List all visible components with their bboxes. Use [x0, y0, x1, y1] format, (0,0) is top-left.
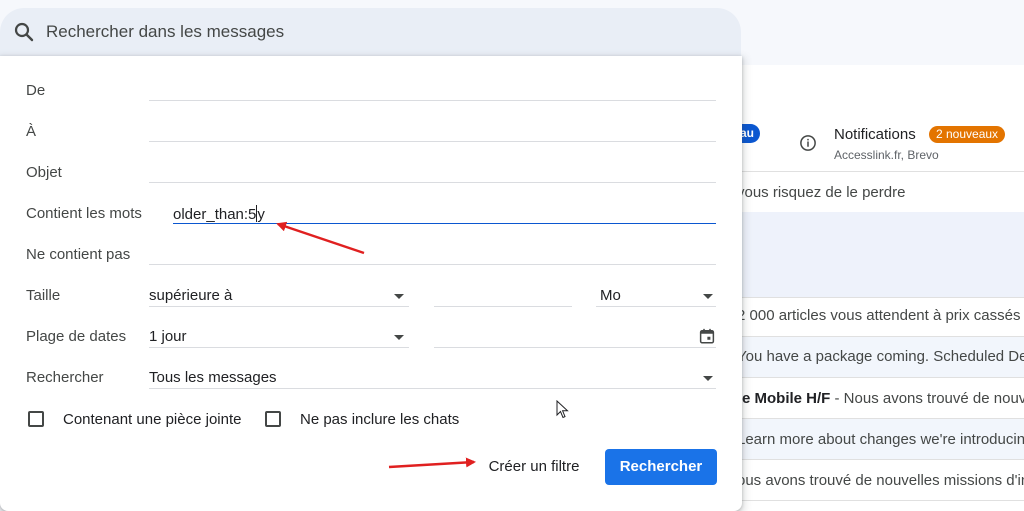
subject-label: Objet [26, 164, 62, 181]
email-row-subject: te Mobile H/F [737, 390, 831, 407]
email-row-snippet[interactable]: te Mobile H/F - Nous avons trouvé de nou… [737, 390, 1024, 407]
search-icon[interactable] [12, 20, 36, 44]
size-value-field[interactable] [434, 306, 572, 307]
has-words-underline [173, 223, 716, 224]
subject-field[interactable] [149, 182, 716, 183]
to-label: À [26, 123, 37, 140]
exclude-chats-label[interactable]: Ne pas inclure les chats [300, 411, 459, 428]
date-field[interactable] [434, 347, 716, 348]
notifications-new-badge: 2 nouveaux [929, 126, 1006, 143]
size-operator-select[interactable]: supérieure à [149, 287, 232, 304]
from-label: De [26, 82, 46, 99]
date-range-label: Plage de dates [26, 328, 127, 345]
search-in-select[interactable]: Tous les messages [149, 369, 277, 386]
email-row-snippet[interactable]: ous avons trouvé de nouvelles missions d… [737, 472, 1024, 489]
exclude-chats-checkbox[interactable] [265, 411, 281, 427]
has-attachment-checkbox[interactable] [28, 411, 44, 427]
has-words-value-tail: y [257, 206, 265, 223]
size-unit-select[interactable]: Mo [600, 287, 621, 304]
size-operator-underline [149, 306, 409, 307]
divider [741, 500, 1024, 501]
mouse-cursor-icon [556, 400, 569, 419]
email-row-snippet[interactable]: Learn more about changes we're introduci… [737, 431, 1024, 448]
email-row-snippet[interactable]: 2 000 articles vous attendent à prix cas… [737, 307, 1021, 324]
to-field[interactable] [149, 141, 716, 142]
divider [741, 377, 1024, 378]
has-words-label: Contient les mots [26, 205, 142, 222]
info-icon[interactable] [799, 134, 817, 152]
divider [741, 171, 1024, 172]
search-input[interactable]: Rechercher dans les messages [46, 22, 284, 42]
gmail-screen: au Notifications 2 nouveaux Accesslink.f… [0, 0, 1024, 511]
divider [741, 297, 1024, 298]
doesnt-have-field[interactable] [149, 264, 716, 265]
chevron-down-icon[interactable] [703, 294, 713, 299]
email-list-gap [741, 212, 1024, 297]
calendar-icon[interactable] [698, 327, 716, 345]
search-in-underline [149, 388, 716, 389]
notifications-category-title[interactable]: Notifications [834, 126, 916, 143]
search-button[interactable]: Rechercher [605, 449, 717, 485]
from-field[interactable] [149, 100, 716, 101]
notifications-senders: Accesslink.fr, Brevo [834, 148, 939, 162]
search-in-label: Rechercher [26, 369, 104, 386]
date-range-select[interactable]: 1 jour [149, 328, 187, 345]
advanced-search-dialog: De À Objet Contient les mots older_than:… [0, 56, 742, 511]
size-unit-underline [596, 306, 716, 307]
has-words-value: older_than:5 [173, 206, 257, 223]
chevron-down-icon[interactable] [394, 294, 404, 299]
chevron-down-icon[interactable] [703, 376, 713, 381]
create-filter-button[interactable]: Créer un filtre [478, 449, 590, 485]
email-row-rest: - Nous avons trouvé de nouv [830, 390, 1024, 407]
email-row-snippet[interactable]: vous risquez de le perdre [737, 184, 905, 201]
size-label: Taille [26, 287, 61, 304]
search-bar[interactable]: Rechercher dans les messages [0, 8, 741, 56]
has-attachment-label[interactable]: Contenant une pièce jointe [63, 411, 241, 428]
divider [741, 336, 1024, 337]
has-words-field[interactable]: older_than:5y [173, 205, 265, 223]
divider [741, 459, 1024, 460]
divider [741, 418, 1024, 419]
date-range-underline [149, 347, 409, 348]
doesnt-have-label: Ne contient pas [26, 246, 131, 263]
chevron-down-icon[interactable] [394, 335, 404, 340]
email-row-snippet[interactable]: You have a package coming. Scheduled Del… [737, 348, 1024, 365]
